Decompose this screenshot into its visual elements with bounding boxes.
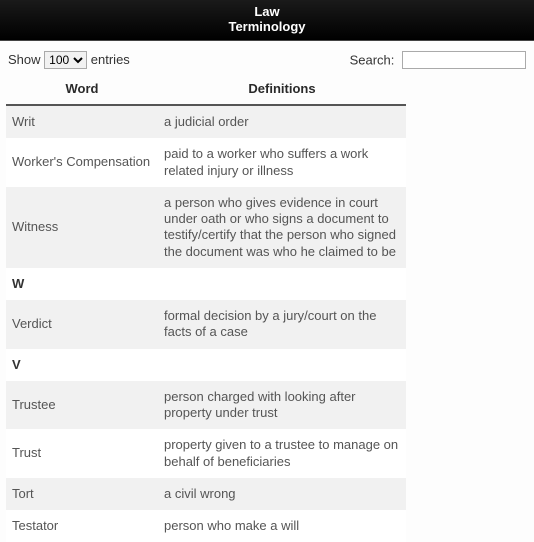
table-controls: Show 102550100 entries Search: xyxy=(0,41,534,75)
word-cell: Writ xyxy=(6,105,158,138)
terminology-table: Word Definitions Writa judicial orderWor… xyxy=(6,75,406,542)
table-row: Trustproperty given to a trustee to mana… xyxy=(6,429,406,478)
word-cell: Trustee xyxy=(6,381,158,430)
definition-cell: person charged with looking after proper… xyxy=(158,381,406,430)
column-header-word[interactable]: Word xyxy=(6,75,158,105)
app-window: Law Terminology Show 102550100 entries S… xyxy=(0,0,534,542)
word-cell: Witness xyxy=(6,187,158,268)
column-header-definition[interactable]: Definitions xyxy=(158,75,406,105)
search-label: Search: xyxy=(350,53,395,68)
table-body: Writa judicial orderWorker's Compensatio… xyxy=(6,105,406,542)
search-input[interactable] xyxy=(402,51,526,69)
table-row: V xyxy=(6,349,406,381)
definition-cell: person who make a will xyxy=(158,510,406,542)
definition-cell: a person who gives evidence in court und… xyxy=(158,187,406,268)
definition-cell xyxy=(158,349,406,381)
definition-cell: property given to a trustee to manage on… xyxy=(158,429,406,478)
definition-cell: formal decision by a jury/court on the f… xyxy=(158,300,406,349)
definition-cell: a civil wrong xyxy=(158,478,406,510)
definition-cell: a judicial order xyxy=(158,105,406,138)
table-row: Worker's Compensationpaid to a worker wh… xyxy=(6,138,406,187)
header-title-1: Law xyxy=(0,4,534,19)
page-length-select[interactable]: 102550100 xyxy=(44,51,87,69)
table-row: Torta civil wrong xyxy=(6,478,406,510)
table-row: W xyxy=(6,268,406,300)
table-row: Witnessa person who gives evidence in co… xyxy=(6,187,406,268)
word-cell: Verdict xyxy=(6,300,158,349)
definition-cell: paid to a worker who suffers a work rela… xyxy=(158,138,406,187)
word-cell: V xyxy=(6,349,158,381)
word-cell: Testator xyxy=(6,510,158,542)
table-row: Verdictformal decision by a jury/court o… xyxy=(6,300,406,349)
definition-cell xyxy=(158,268,406,300)
word-cell: W xyxy=(6,268,158,300)
word-cell: Worker's Compensation xyxy=(6,138,158,187)
header-title-2: Terminology xyxy=(0,19,534,34)
table-row: Testatorperson who make a will xyxy=(6,510,406,542)
word-cell: Trust xyxy=(6,429,158,478)
search-control: Search: xyxy=(350,51,526,69)
word-cell: Tort xyxy=(6,478,158,510)
page-length-control: Show 102550100 entries xyxy=(8,51,130,69)
page-header: Law Terminology xyxy=(0,0,534,41)
table-row: Writa judicial order xyxy=(6,105,406,138)
show-prefix-label: Show xyxy=(8,52,41,67)
table-row: Trusteeperson charged with looking after… xyxy=(6,381,406,430)
show-suffix-label: entries xyxy=(91,52,130,67)
